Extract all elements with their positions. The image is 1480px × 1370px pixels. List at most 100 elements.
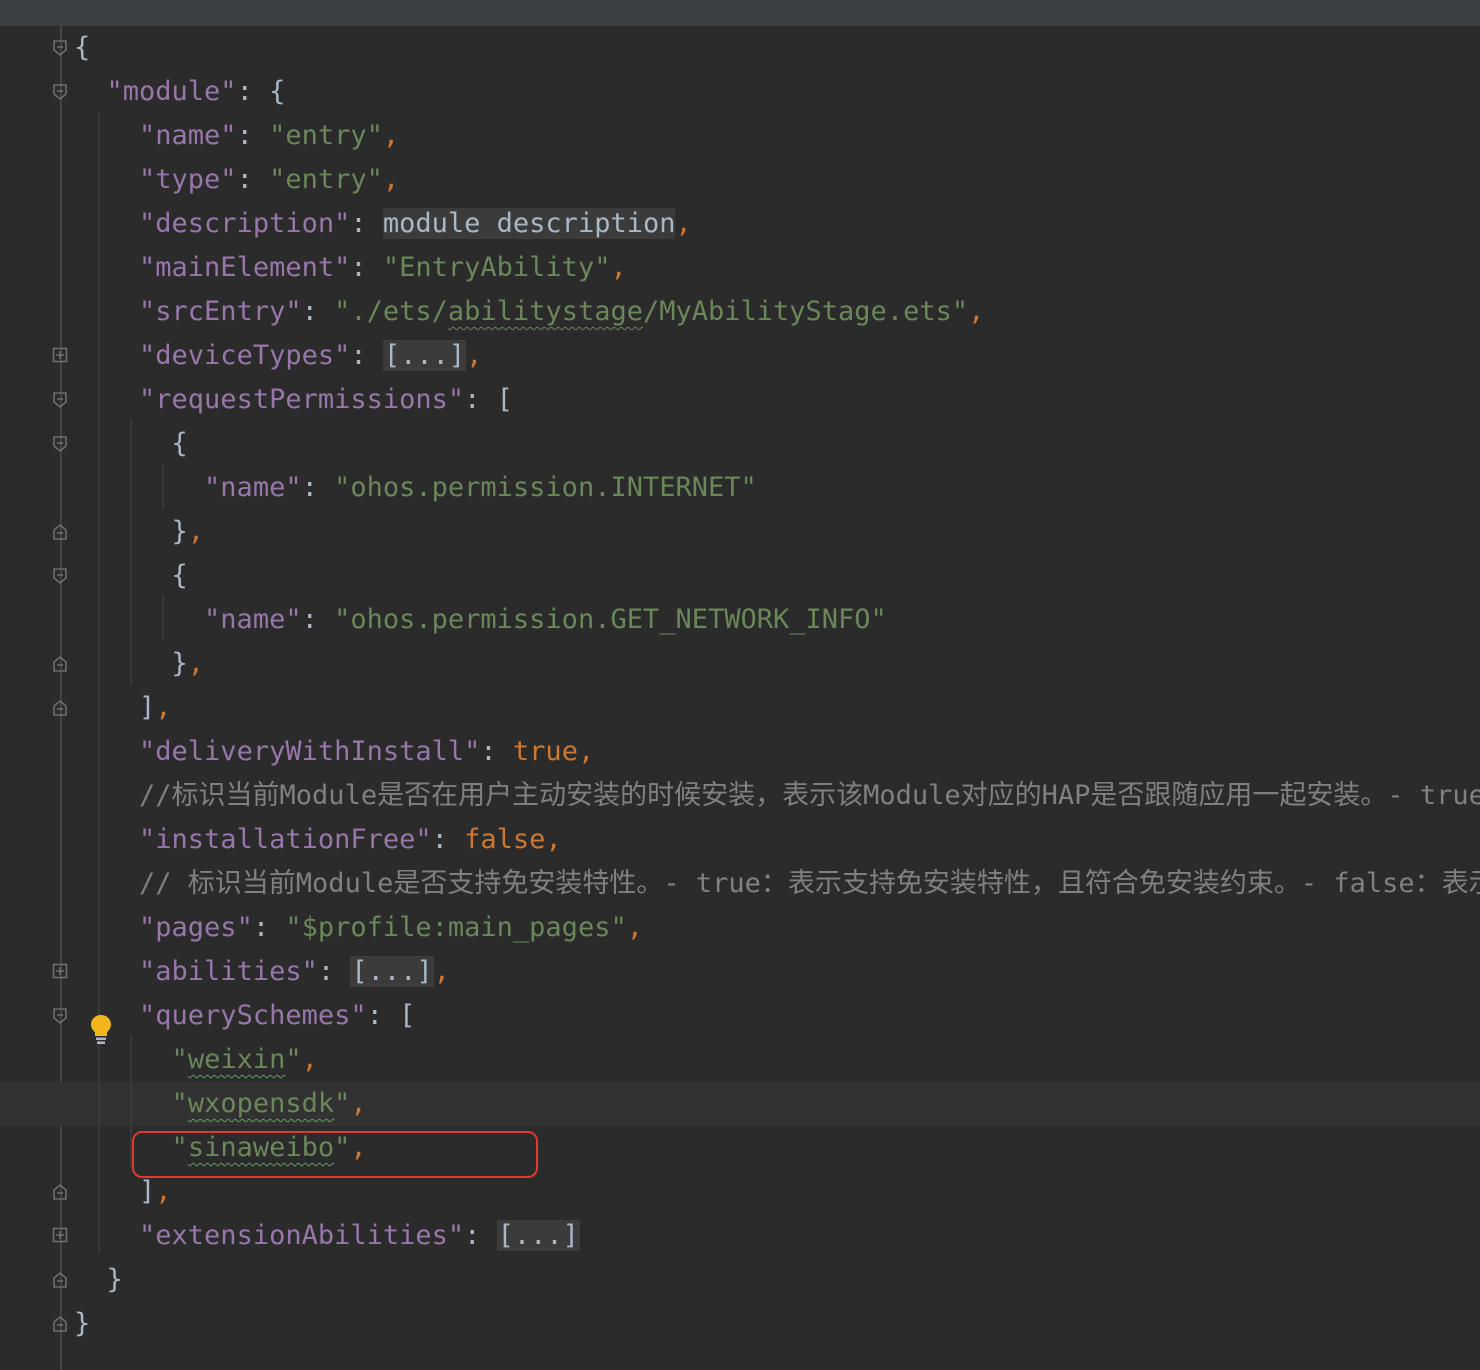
code-text: } (74, 1258, 123, 1302)
code-line[interactable]: "pages": "$profile:main_pages", (0, 906, 1480, 950)
code-token: "extensionAbilities" (139, 1220, 465, 1251)
code-line[interactable]: }, (0, 510, 1480, 554)
code-text: "description": module description, (74, 202, 692, 246)
collapse-fold-icon[interactable] (52, 435, 68, 453)
code-token: , (675, 208, 692, 239)
code-line[interactable]: "type": "entry", (0, 158, 1480, 202)
code-token: // 标识当前Module是否支持免安装特性。- true：表示支持免安装特性，… (139, 868, 1480, 899)
code-token: , (301, 1044, 318, 1075)
code-token: [...] (382, 340, 467, 371)
expand-fold-icon[interactable] (52, 963, 68, 981)
collapse-fold-icon[interactable] (52, 391, 68, 409)
code-line[interactable]: "srcEntry": "./ets/abilitystage/MyAbilit… (0, 290, 1480, 334)
expand-fold-icon[interactable] (52, 347, 68, 365)
code-text: "module": { (74, 70, 286, 114)
code-line[interactable]: "requestPermissions": [ (0, 378, 1480, 422)
code-text: // 标识当前Module是否支持免安装特性。- true：表示支持免安装特性，… (74, 862, 1480, 906)
code-token: " (171, 1044, 188, 1075)
code-token: "name" (204, 472, 302, 503)
collapse-fold-icon[interactable] (52, 699, 68, 717)
code-line[interactable]: { (0, 422, 1480, 466)
code-line[interactable]: // 标识当前Module是否支持免安装特性。- true：表示支持免安装特性，… (0, 862, 1480, 906)
code-token: , (382, 164, 400, 195)
code-line[interactable]: { (0, 554, 1480, 598)
code-text: }, (74, 510, 205, 554)
code-line[interactable]: "description": module description, (0, 202, 1480, 246)
code-text: "requestPermissions": [ (74, 378, 513, 422)
code-token: : (301, 604, 335, 635)
code-line[interactable]: //标识当前Module是否在用户主动安装的时候安装，表示该Module对应的H… (0, 774, 1480, 818)
code-line[interactable]: "deviceTypes": [...], (0, 334, 1480, 378)
lightbulb-icon[interactable] (90, 1014, 112, 1046)
code-line[interactable]: } (0, 1258, 1480, 1302)
code-token: : (236, 120, 270, 151)
expand-fold-icon[interactable] (52, 1227, 68, 1245)
code-line[interactable]: "abilities": [...], (0, 950, 1480, 994)
code-line[interactable]: }, (0, 642, 1480, 686)
code-token: "entry" (269, 164, 383, 195)
code-token: , (545, 824, 562, 855)
code-text: ], (74, 686, 172, 730)
code-token: "EntryAbility" (382, 252, 611, 283)
code-token: : [ (464, 384, 513, 415)
collapse-fold-icon[interactable] (52, 1271, 68, 1289)
code-text: "extensionAbilities": [...] (74, 1214, 580, 1258)
code-line[interactable]: "extensionAbilities": [...] (0, 1214, 1480, 1258)
code-line[interactable]: "weixin", (0, 1038, 1480, 1082)
collapse-fold-icon[interactable] (52, 567, 68, 585)
code-token: "srcEntry" (139, 296, 302, 327)
code-token: " (285, 1044, 302, 1075)
code-line[interactable]: "wxopensdk", (0, 1082, 1480, 1126)
collapse-fold-icon[interactable] (52, 523, 68, 541)
code-text: "querySchemes": [ (74, 994, 415, 1038)
code-token: } (74, 1264, 123, 1295)
code-token: , (626, 912, 643, 943)
code-line[interactable]: "name": "ohos.permission.GET_NETWORK_INF… (0, 598, 1480, 642)
code-token: false (464, 824, 546, 855)
code-token: , (577, 736, 595, 767)
code-token: ] (74, 692, 156, 723)
code-token: " (334, 1088, 351, 1119)
code-line[interactable]: } (0, 1302, 1480, 1346)
code-line[interactable]: "module": { (0, 70, 1480, 114)
collapse-fold-icon[interactable] (52, 655, 68, 673)
code-token: "./ets/ (334, 296, 448, 327)
code-token: , (187, 648, 205, 679)
code-text: "deviceTypes": [...], (74, 334, 482, 378)
code-token: true (512, 736, 578, 767)
collapse-fold-icon[interactable] (52, 1007, 68, 1025)
code-token: : (464, 1220, 497, 1251)
code-token: : [ (366, 1000, 416, 1031)
code-token: wxopensdk (187, 1088, 335, 1119)
code-token: "deliveryWithInstall" (139, 736, 481, 767)
code-line[interactable]: ], (0, 686, 1480, 730)
code-line[interactable]: "name": "entry", (0, 114, 1480, 158)
code-line[interactable]: { (0, 26, 1480, 70)
red-highlight-annotation (132, 1131, 538, 1178)
code-line[interactable]: "name": "ohos.permission.INTERNET" (0, 466, 1480, 510)
code-token: , (155, 692, 172, 723)
code-token: : (480, 736, 513, 767)
code-token: : (350, 252, 383, 283)
collapse-fold-icon[interactable] (52, 39, 68, 57)
code-text: //标识当前Module是否在用户主动安装的时候安装，表示该Module对应的H… (74, 774, 1480, 818)
code-line[interactable]: "querySchemes": [ (0, 994, 1480, 1038)
code-line[interactable]: "installationFree": false, (0, 818, 1480, 862)
code-line[interactable]: "mainElement": "EntryAbility", (0, 246, 1480, 290)
collapse-fold-icon[interactable] (52, 1183, 68, 1201)
collapse-fold-icon[interactable] (52, 1315, 68, 1333)
collapse-fold-icon[interactable] (52, 83, 68, 101)
code-text: "installationFree": false, (74, 818, 562, 862)
code-line[interactable]: "deliveryWithInstall": true, (0, 730, 1480, 774)
code-token: , (466, 340, 483, 371)
